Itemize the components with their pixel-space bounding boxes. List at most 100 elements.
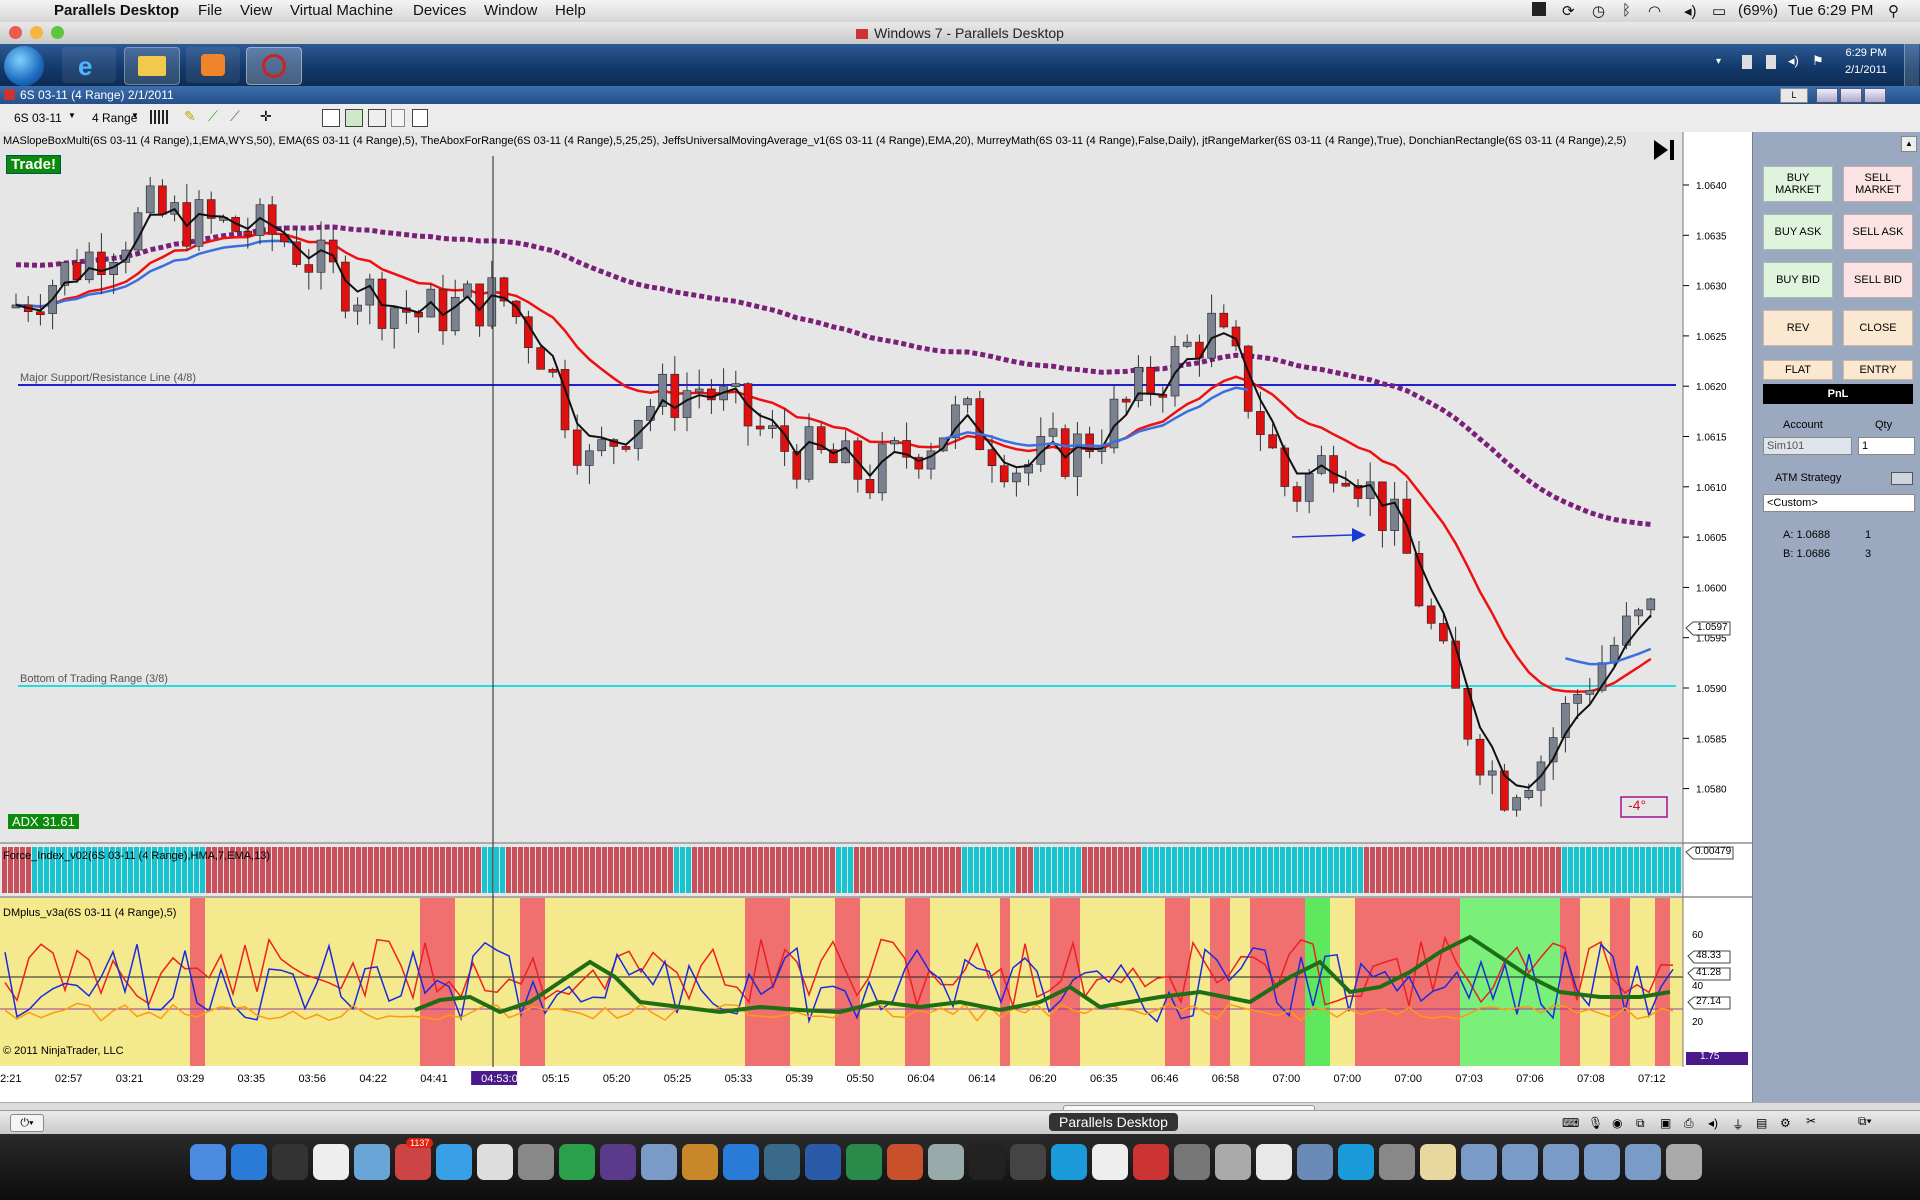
mic-icon[interactable]: 🎙: [1588, 1116, 1603, 1130]
bar-type-icon[interactable]: [150, 110, 168, 124]
parallels-icon[interactable]: [1133, 1144, 1169, 1180]
volume-icon[interactable]: ◂): [1684, 2, 1697, 20]
chart-area[interactable]: 1.0640 1.0635 1.0630 1.0625 1.0620 1.0615 1.06…: [0, 132, 1752, 1102]
lightroom-icon[interactable]: [1010, 1144, 1046, 1180]
minimize-window-button[interactable]: [30, 26, 43, 39]
photo-booth-icon[interactable]: [395, 1144, 431, 1180]
atm-config-icon[interactable]: [1891, 472, 1913, 485]
app-store-icon[interactable]: [231, 1144, 267, 1180]
floppy-icon[interactable]: ▣: [1660, 1116, 1671, 1130]
menu-window[interactable]: Window: [484, 2, 537, 19]
toolbar-strategy-icon[interactable]: [368, 109, 386, 127]
dvd-icon[interactable]: [969, 1144, 1005, 1180]
menu-devices[interactable]: Devices: [413, 2, 466, 19]
ninjatrader-icon[interactable]: [246, 47, 302, 85]
buy-bid-button[interactable]: BUY BID: [1763, 262, 1833, 298]
chevron-down-icon[interactable]: ▼: [131, 111, 139, 120]
atm-strategy-select[interactable]: <Custom>: [1763, 494, 1915, 512]
buy-market-button[interactable]: BUY MARKET: [1763, 166, 1833, 202]
menu-view[interactable]: View: [240, 2, 272, 19]
instrument-selector[interactable]: 6S 03-11: [14, 111, 62, 125]
close-position-button[interactable]: CLOSE: [1843, 310, 1913, 346]
iphoto-2-icon[interactable]: [641, 1144, 677, 1180]
view-mode-icon[interactable]: ⧉▾: [1858, 1114, 1872, 1129]
notes-icon[interactable]: [1420, 1144, 1456, 1180]
menu-help[interactable]: Help: [555, 2, 586, 19]
sell-ask-button[interactable]: SELL ASK: [1843, 214, 1913, 250]
tray-network-icon[interactable]: [1766, 55, 1776, 69]
tray-arrow-icon[interactable]: ▾: [1716, 56, 1721, 67]
help-icon[interactable]: [1215, 1144, 1251, 1180]
finder-icon[interactable]: [190, 1144, 226, 1180]
system-preferences-icon[interactable]: [518, 1144, 554, 1180]
excel-icon[interactable]: [846, 1144, 882, 1180]
folder-pictures-icon[interactable]: [1584, 1144, 1620, 1180]
internet-explorer-icon[interactable]: e: [62, 47, 116, 83]
preview-icon[interactable]: [928, 1144, 964, 1180]
tray-flag-icon[interactable]: ⚑: [1812, 53, 1824, 69]
menubar-clock[interactable]: Tue 6:29 PM: [1788, 2, 1873, 19]
chrome-icon[interactable]: [1256, 1144, 1292, 1180]
wifi-icon[interactable]: ◠: [1648, 2, 1661, 20]
sell-bid-button[interactable]: SELL BID: [1843, 262, 1913, 298]
time-machine-icon[interactable]: [764, 1144, 800, 1180]
tray-volume-icon[interactable]: ◂): [1788, 53, 1799, 69]
facetime-icon[interactable]: [559, 1144, 595, 1180]
sync-icon[interactable]: ⟳: [1562, 2, 1575, 20]
collapse-panel-icon[interactable]: ▲: [1901, 136, 1917, 152]
time-machine-icon[interactable]: ◷: [1592, 2, 1605, 20]
chevron-down-icon[interactable]: ▼: [68, 111, 76, 120]
mail-icon[interactable]: [477, 1144, 513, 1180]
settings-icon[interactable]: ⚙: [1780, 1116, 1791, 1130]
imovie-icon[interactable]: [600, 1144, 636, 1180]
dashboard-icon[interactable]: [272, 1144, 308, 1180]
maximize-button[interactable]: [1840, 88, 1862, 103]
crosshair-icon[interactable]: ✛: [260, 108, 272, 125]
skype-2-icon[interactable]: [1338, 1144, 1374, 1180]
folder-documents-icon[interactable]: [1461, 1144, 1497, 1180]
keyboard-icon[interactable]: ⌨: [1562, 1116, 1579, 1130]
qty-input[interactable]: 1: [1858, 437, 1915, 455]
folder-images-icon[interactable]: [1543, 1144, 1579, 1180]
toolbar-data-icon[interactable]: [345, 109, 363, 127]
parallels-status-icon[interactable]: [1532, 2, 1546, 16]
explorer-icon[interactable]: [124, 47, 180, 85]
rev-button[interactable]: REV: [1763, 310, 1833, 346]
draw-tool-icon[interactable]: ⟋: [208, 108, 218, 125]
media-player-icon[interactable]: [186, 47, 240, 83]
entry-button[interactable]: ENTRY: [1843, 360, 1913, 380]
mail-2-icon[interactable]: [1379, 1144, 1415, 1180]
iphoto-icon[interactable]: [354, 1144, 390, 1180]
app-menu[interactable]: Parallels Desktop: [54, 2, 179, 19]
buy-ask-button[interactable]: BUY ASK: [1763, 214, 1833, 250]
eraser-icon[interactable]: ⟋: [230, 108, 240, 125]
calendar-2-icon[interactable]: [1092, 1144, 1128, 1180]
menu-virtual-machine[interactable]: Virtual Machine: [290, 2, 393, 19]
folder-applications-icon[interactable]: [1297, 1144, 1333, 1180]
safari-icon[interactable]: [436, 1144, 472, 1180]
toolbar-properties-icon[interactable]: [391, 109, 405, 127]
battery-icon[interactable]: ▭: [1712, 2, 1726, 20]
itunes-icon[interactable]: [723, 1144, 759, 1180]
minimize-button[interactable]: [1816, 88, 1838, 103]
link-button[interactable]: L: [1780, 88, 1808, 103]
spotlight-icon[interactable]: ⚲: [1888, 2, 1899, 20]
windows-start-button[interactable]: [4, 46, 44, 86]
bluetooth-icon[interactable]: ᛒ: [1622, 2, 1631, 19]
zoom-window-button[interactable]: [51, 26, 64, 39]
cd-icon[interactable]: ◉: [1612, 1116, 1622, 1130]
power-menu-icon[interactable]: ⏻▾: [10, 1114, 44, 1132]
tray-time[interactable]: 6:29 PM: [1836, 47, 1896, 59]
shared-folder-icon[interactable]: ▤: [1756, 1116, 1767, 1130]
tools-icon[interactable]: ✂: [1806, 1114, 1816, 1128]
screenshot-icon[interactable]: [1174, 1144, 1210, 1180]
usb-icon[interactable]: ⏚: [1732, 1116, 1744, 1133]
folder-downloads-icon[interactable]: [1502, 1144, 1538, 1180]
close-button[interactable]: [1864, 88, 1886, 103]
account-select[interactable]: Sim101: [1763, 437, 1852, 455]
sell-market-button[interactable]: SELL MARKET: [1843, 166, 1913, 202]
show-desktop-button[interactable]: [1904, 44, 1919, 86]
network-icon[interactable]: ⧉: [1636, 1116, 1645, 1131]
toolbar-template-icon[interactable]: [412, 109, 428, 127]
tray-device-icon[interactable]: [1742, 55, 1752, 69]
